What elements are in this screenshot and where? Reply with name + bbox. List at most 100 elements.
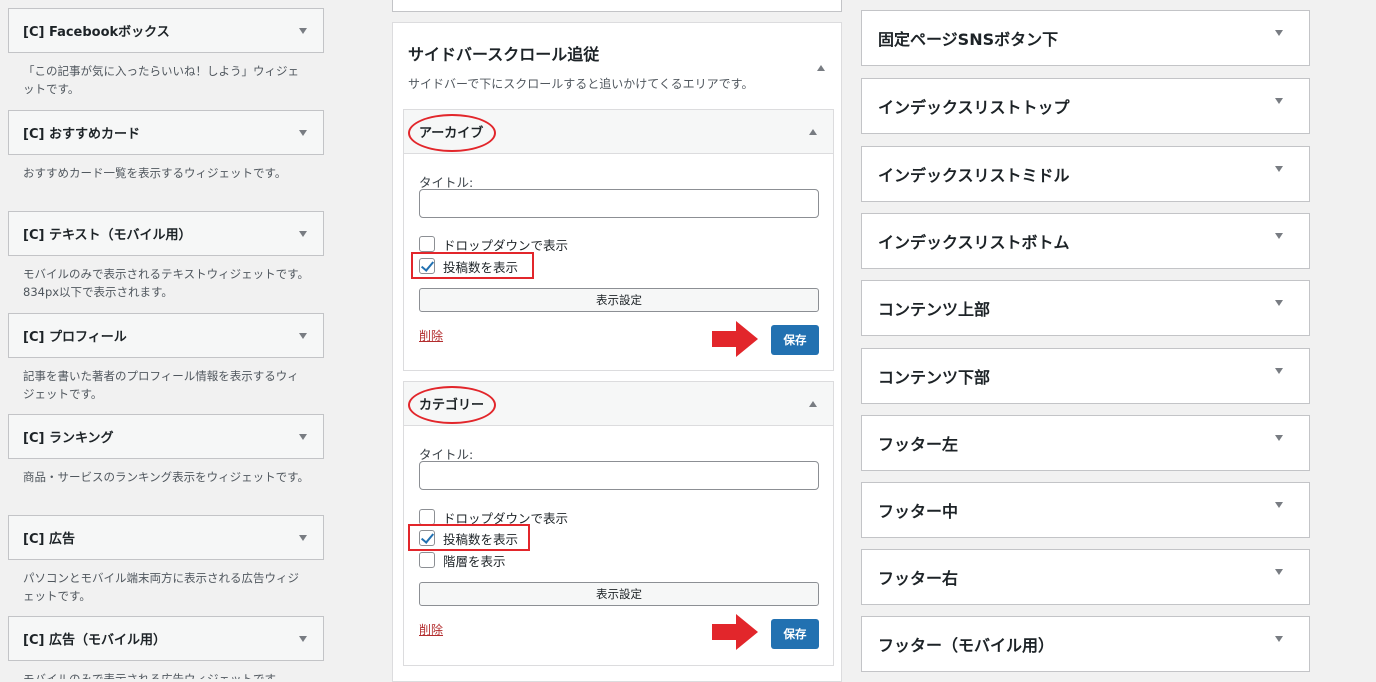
widget-text-mobile[interactable]: [C] テキスト（モバイル用） モバイルのみで表示されるテキストウィジェットです…	[8, 211, 324, 301]
chevron-down-icon[interactable]	[1275, 233, 1283, 239]
chevron-down-icon[interactable]	[1275, 435, 1283, 441]
available-widgets-column: [C] Facebookボックス 「この記事が気に入ったらいいね！しよう」ウィジ…	[8, 0, 324, 679]
widget-description: おすすめカード一覧を表示するウィジェットです。	[23, 166, 287, 180]
widget-title: [C] Facebookボックス	[23, 25, 170, 40]
area-footer-right[interactable]: フッター右	[861, 549, 1310, 605]
widget-description: パソコンとモバイル端末両方に表示される広告ウィジェットです。	[23, 571, 299, 603]
widget-recommended-card[interactable]: [C] おすすめカード おすすめカード一覧を表示するウィジェットです。	[8, 110, 324, 182]
area-index-list-bottom[interactable]: インデックスリストボトム	[861, 213, 1310, 269]
area-index-list-top[interactable]: インデックスリストトップ	[861, 78, 1310, 134]
widget-facebook-box[interactable]: [C] Facebookボックス 「この記事が気に入ったらいいね！しよう」ウィジ…	[8, 8, 324, 98]
post-count-checkbox-row[interactable]: 投稿数を表示	[419, 257, 518, 275]
widget-title: [C] おすすめカード	[23, 127, 140, 142]
area-title: インデックスリストミドル	[878, 166, 1070, 185]
previous-area-bottom	[392, 0, 842, 12]
area-fixed-page-sns-bottom[interactable]: 固定ページSNSボタン下	[861, 10, 1310, 66]
widget-title: [C] 広告（モバイル用）	[23, 633, 166, 648]
chevron-down-icon[interactable]	[299, 433, 307, 440]
chevron-down-icon[interactable]	[1275, 569, 1283, 575]
widget-description: 商品・サービスのランキング表示をウィジェットです。	[23, 470, 310, 484]
widget-header[interactable]: [C] おすすめカード	[8, 110, 324, 155]
dropdown-checkbox-row[interactable]: ドロップダウンで表示	[419, 235, 568, 253]
delete-link[interactable]: 削除	[419, 621, 443, 638]
post-count-checkbox[interactable]	[419, 530, 435, 546]
chevron-down-icon[interactable]	[1275, 368, 1283, 374]
widget-header[interactable]: [C] 広告	[8, 515, 324, 560]
delete-link[interactable]: 削除	[419, 327, 443, 344]
category-widget: カテゴリー タイトル: ドロップダウンで表示 投稿数を表示 階層を表示 表示設定…	[403, 381, 834, 666]
dropdown-label: ドロップダウンで表示	[443, 237, 569, 253]
area-title: 固定ページSNSボタン下	[878, 30, 1059, 49]
area-title[interactable]: サイドバースクロール追従	[408, 41, 599, 65]
save-button[interactable]: 保存	[771, 325, 819, 355]
annotation-arrow-icon	[712, 321, 758, 357]
area-title: フッター左	[878, 435, 959, 454]
dropdown-checkbox[interactable]	[419, 236, 435, 252]
widget-ranking[interactable]: [C] ランキング 商品・サービスのランキング表示をウィジェットです。	[8, 414, 324, 486]
chevron-down-icon[interactable]	[299, 534, 307, 541]
chevron-down-icon[interactable]	[1275, 166, 1283, 172]
sidebar-scroll-area: サイドバースクロール追従 サイドバーで下にスクロールすると追いかけてくるエリアで…	[392, 22, 842, 682]
widget-header[interactable]: [C] プロフィール	[8, 313, 324, 358]
chevron-up-icon[interactable]	[809, 400, 817, 407]
area-content-top[interactable]: コンテンツ上部	[861, 280, 1310, 336]
post-count-label: 投稿数を表示	[443, 531, 519, 547]
widget-profile[interactable]: [C] プロフィール 記事を書いた著者のプロフィール情報を表示するウィジェットで…	[8, 313, 324, 403]
category-widget-header[interactable]: カテゴリー	[404, 382, 833, 426]
area-description: サイドバーで下にスクロールすると追いかけてくるエリアです。	[408, 77, 754, 91]
widget-ad-mobile[interactable]: [C] 広告（モバイル用） モバイルのみで表示される広告ウィジェットです。	[8, 616, 324, 679]
chevron-down-icon[interactable]	[299, 27, 307, 34]
chevron-up-icon[interactable]	[809, 128, 817, 135]
area-title: フッター（モバイル用）	[878, 636, 1055, 655]
widget-ad[interactable]: [C] 広告 パソコンとモバイル端末両方に表示される広告ウィジェットです。	[8, 515, 324, 605]
chevron-down-icon[interactable]	[299, 635, 307, 642]
area-footer-center[interactable]: フッター中	[861, 482, 1310, 538]
widget-header[interactable]: [C] テキスト（モバイル用）	[8, 211, 324, 256]
area-footer-left[interactable]: フッター左	[861, 415, 1310, 471]
area-title: フッター右	[878, 569, 959, 588]
widget-description: モバイルのみで表示される広告ウィジェットです。	[23, 672, 287, 679]
widget-title: [C] テキスト（モバイル用）	[23, 228, 192, 243]
area-title: コンテンツ下部	[878, 368, 991, 387]
chevron-down-icon[interactable]	[1275, 502, 1283, 508]
chevron-down-icon[interactable]	[1275, 300, 1283, 306]
widget-header[interactable]: [C] 広告（モバイル用）	[8, 616, 324, 661]
widget-header[interactable]: [C] Facebookボックス	[8, 8, 324, 53]
widget-description: モバイルのみで表示されるテキストウィジェットです。834px以下で表示されます。	[23, 267, 310, 299]
post-count-label: 投稿数を表示	[443, 259, 519, 275]
title-input[interactable]	[419, 189, 819, 218]
area-title: インデックスリストボトム	[878, 233, 1070, 252]
display-settings-button[interactable]: 表示設定	[419, 582, 819, 606]
chevron-down-icon[interactable]	[299, 129, 307, 136]
area-title: インデックスリストトップ	[878, 98, 1070, 117]
area-title: フッター中	[878, 502, 959, 521]
post-count-checkbox-row[interactable]: 投稿数を表示	[419, 529, 518, 547]
display-settings-button[interactable]: 表示設定	[419, 288, 819, 312]
widget-description: 記事を書いた著者のプロフィール情報を表示するウィジェットです。	[23, 369, 299, 401]
chevron-down-icon[interactable]	[299, 230, 307, 237]
widget-title: [C] ランキング	[23, 431, 114, 446]
chevron-down-icon[interactable]	[299, 332, 307, 339]
post-count-checkbox[interactable]	[419, 258, 435, 274]
widget-description: 「この記事が気に入ったらいいね！しよう」ウィジェットです。	[23, 64, 299, 96]
title-input[interactable]	[419, 461, 819, 490]
area-content-bottom[interactable]: コンテンツ下部	[861, 348, 1310, 404]
dropdown-checkbox[interactable]	[419, 509, 435, 525]
hierarchy-label: 階層を表示	[443, 553, 506, 569]
widget-areas-column: 固定ページSNSボタン下 インデックスリストトップ インデックスリストミドル イ…	[861, 0, 1310, 679]
chevron-down-icon[interactable]	[1275, 636, 1283, 642]
widget-header[interactable]: [C] ランキング	[8, 414, 324, 459]
area-title: コンテンツ上部	[878, 300, 991, 319]
area-footer-mobile[interactable]: フッター（モバイル用）	[861, 616, 1310, 672]
widget-title: [C] プロフィール	[23, 330, 127, 345]
area-index-list-middle[interactable]: インデックスリストミドル	[861, 146, 1310, 202]
chevron-down-icon[interactable]	[1275, 98, 1283, 104]
hierarchy-checkbox-row[interactable]: 階層を表示	[419, 551, 506, 569]
chevron-up-icon[interactable]	[817, 65, 825, 71]
chevron-down-icon[interactable]	[1275, 30, 1283, 36]
sidebar-areas-column: サイドバースクロール追従 サイドバーで下にスクロールすると追いかけてくるエリアで…	[392, 0, 842, 682]
hierarchy-checkbox[interactable]	[419, 552, 435, 568]
widget-title: [C] 広告	[23, 532, 75, 547]
archive-widget-header[interactable]: アーカイブ	[404, 110, 833, 154]
save-button[interactable]: 保存	[771, 619, 819, 649]
